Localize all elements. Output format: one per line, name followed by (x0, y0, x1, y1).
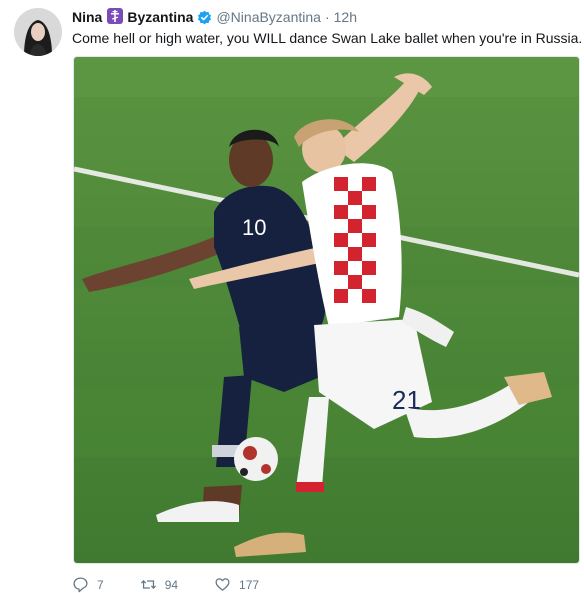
timestamp[interactable]: 12h (334, 9, 357, 25)
display-name[interactable]: Nina (72, 9, 102, 25)
orthodox-cross-emoji-icon (107, 8, 124, 24)
reply-icon (73, 577, 88, 593)
retweet-icon (140, 580, 156, 589)
football (234, 437, 278, 481)
retweet-button[interactable]: 94 (140, 576, 178, 593)
tweet-actions: 7 94 177 (72, 576, 295, 593)
tweet[interactable]: Nina Byzantina @NinaByzantina · 12h Come… (0, 0, 584, 593)
reply-button[interactable]: 7 (72, 576, 104, 593)
tweet-text: Come hell or high water, you WILL dance … (72, 30, 583, 46)
like-icon (215, 578, 230, 591)
like-count: 177 (239, 577, 260, 592)
retweet-count: 94 (164, 577, 179, 592)
verified-badge-icon (197, 10, 212, 25)
tweet-header: Nina Byzantina @NinaByzantina · 12h (72, 8, 357, 26)
reply-count: 7 (97, 577, 104, 592)
tweet-image[interactable]: 10 21 (73, 56, 580, 564)
like-button[interactable]: 177 (214, 576, 259, 593)
avatar[interactable] (14, 8, 62, 56)
display-name-suffix[interactable]: Byzantina (127, 9, 193, 25)
separator-dot: · (324, 9, 330, 25)
handle[interactable]: @NinaByzantina (216, 9, 321, 25)
jersey-number-france: 10 (242, 215, 266, 240)
